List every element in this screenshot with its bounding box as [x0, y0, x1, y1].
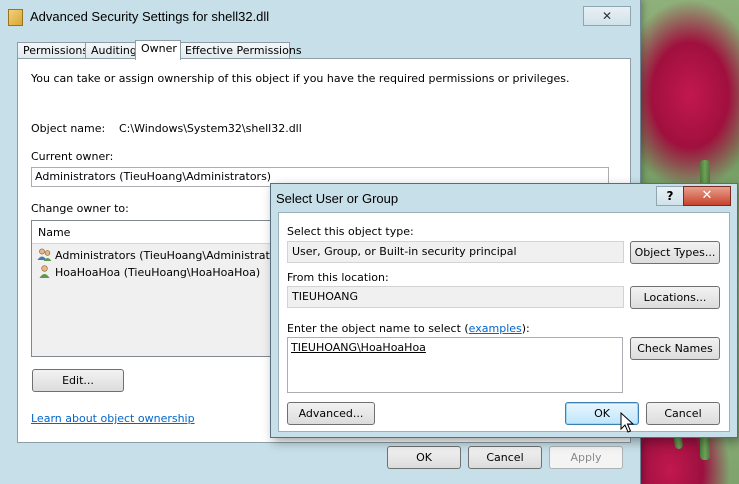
select-user-dialog: Select User or Group ? ✕ Select this obj…	[270, 183, 738, 438]
cancel-button[interactable]: Cancel	[468, 446, 542, 469]
locations-button[interactable]: Locations...	[630, 286, 720, 309]
group-icon	[37, 248, 52, 264]
user-icon	[37, 265, 52, 281]
mouse-cursor-icon	[620, 411, 635, 437]
check-names-button[interactable]: Check Names	[630, 337, 720, 360]
window-close-button[interactable]: ✕	[583, 6, 631, 26]
object-name-value: C:\Windows\System32\shell32.dll	[119, 122, 302, 135]
dialog-cancel-button[interactable]: Cancel	[646, 402, 720, 425]
window-title: Advanced Security Settings for shell32.d…	[30, 9, 270, 24]
owner-intro-text: You can take or assign ownership of this…	[31, 72, 570, 85]
owner-list[interactable]: Name Administrators (TieuHoang\Administr…	[31, 220, 291, 357]
tab-owner[interactable]: Owner	[135, 40, 181, 60]
tab-auditing[interactable]: Auditing	[85, 42, 141, 59]
dialog-title: Select User or Group	[276, 191, 399, 206]
edit-button[interactable]: Edit...	[32, 369, 124, 392]
location-field: TIEUHOANG	[287, 286, 624, 308]
learn-ownership-link[interactable]: Learn about object ownership	[31, 412, 195, 425]
list-header-name[interactable]: Name	[38, 226, 70, 239]
title-bar: Advanced Security Settings for shell32.d…	[0, 0, 640, 34]
object-type-label: Select this object type:	[287, 225, 414, 238]
dialog-close-button[interactable]: ✕	[683, 186, 731, 206]
enter-name-text-end: ):	[521, 322, 530, 335]
dialog-body: Select this object type: User, Group, or…	[278, 212, 730, 432]
owner-name: HoaHoaHoa (TieuHoang\HoaHoaHoa)	[55, 266, 261, 279]
current-owner-label: Current owner:	[31, 150, 114, 163]
advanced-button[interactable]: Advanced...	[287, 402, 375, 425]
help-button[interactable]: ?	[656, 186, 684, 206]
object-name-label: Object name:	[31, 122, 106, 135]
change-owner-label: Change owner to:	[31, 202, 129, 215]
object-types-button[interactable]: Object Types...	[630, 241, 720, 264]
enter-name-label: Enter the object name to select (example…	[287, 322, 530, 335]
list-header: Name	[32, 221, 278, 244]
owner-name: Administrators (TieuHoang\Administrators…	[55, 249, 292, 262]
tab-effective-permissions[interactable]: Effective Permissions	[179, 42, 302, 59]
tab-permissions[interactable]: Permissions	[17, 42, 88, 59]
enter-name-text: Enter the object name to select (	[287, 322, 469, 335]
list-item[interactable]: Administrators (TieuHoang\Administrators…	[37, 248, 291, 264]
folder-icon	[8, 9, 23, 26]
location-label: From this location:	[287, 271, 389, 284]
apply-button[interactable]: Apply	[549, 446, 623, 469]
ok-button[interactable]: OK	[387, 446, 461, 469]
object-name-input[interactable]: TIEUHOANG\HoaHoaHoa	[287, 337, 623, 393]
examples-link[interactable]: examples	[469, 322, 522, 335]
object-type-field: User, Group, or Built-in security princi…	[287, 241, 624, 263]
list-item[interactable]: HoaHoaHoa (TieuHoang\HoaHoaHoa)	[37, 265, 260, 281]
